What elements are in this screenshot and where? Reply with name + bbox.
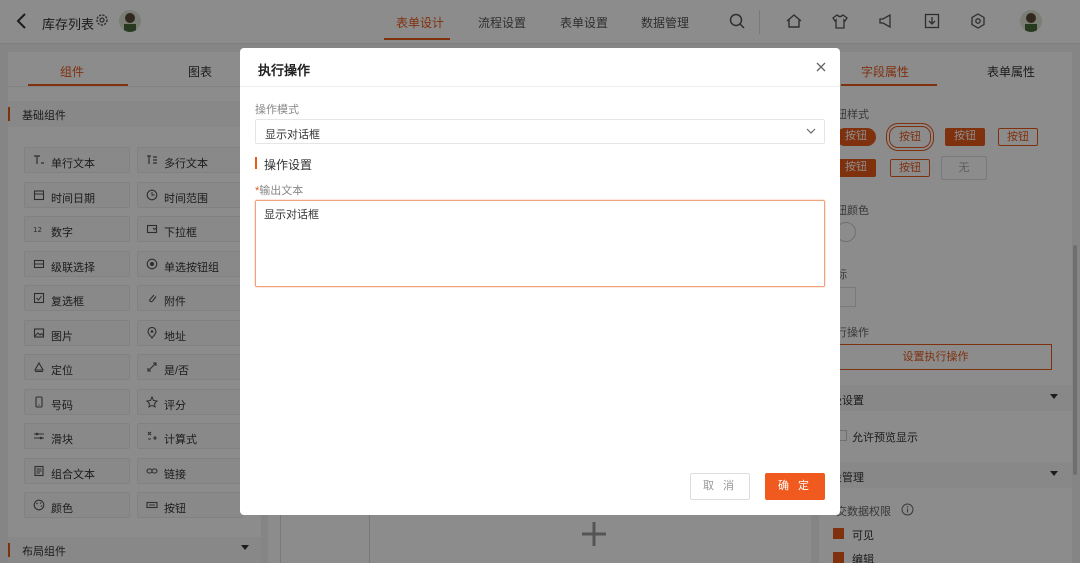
- close-icon[interactable]: [814, 60, 828, 74]
- dialog-title: 执行操作: [258, 63, 311, 78]
- mode-select-value: 显示对话框: [265, 129, 320, 141]
- output-text-label-text: 输出文本: [259, 185, 304, 197]
- mode-select[interactable]: 显示对话框: [255, 119, 825, 144]
- divider: [240, 86, 840, 87]
- output-text-field[interactable]: 显示对话框: [255, 200, 825, 287]
- output-text-label: *输出文本: [255, 182, 303, 198]
- section-label: 操作设置: [264, 158, 313, 172]
- execute-action-dialog: 执行操作 操作模式 显示对话框 操作设置 *输出文本 显示对话框 取 消 确 定: [240, 48, 840, 515]
- mode-label: 操作模式: [255, 104, 299, 116]
- chevron-down-icon: [806, 128, 816, 134]
- confirm-button[interactable]: 确 定: [765, 473, 825, 500]
- cancel-button[interactable]: 取 消: [690, 473, 750, 500]
